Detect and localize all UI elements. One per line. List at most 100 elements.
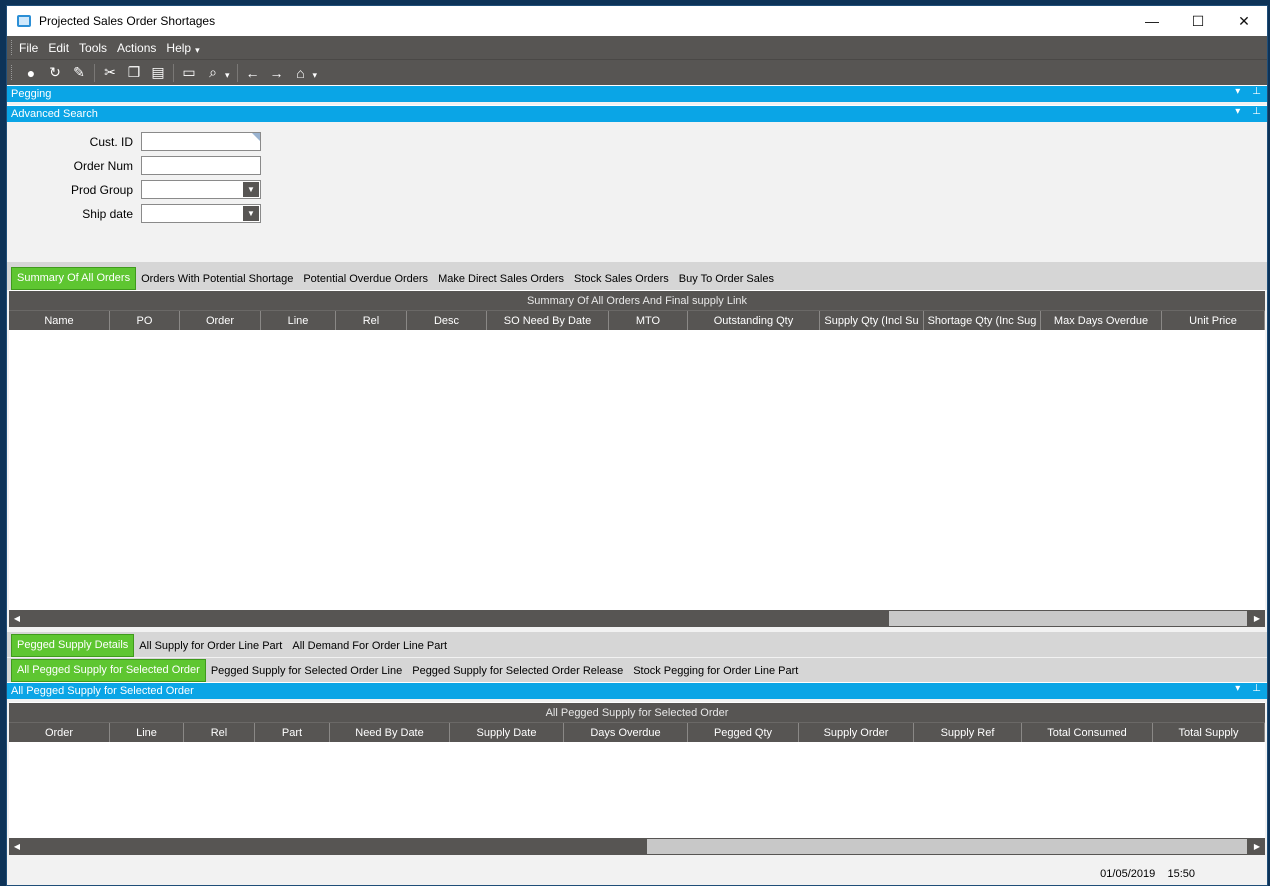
tab-summary-of-all-orders[interactable]: Summary Of All Orders (11, 267, 137, 290)
column-header[interactable]: Max Days Overdue (1041, 311, 1162, 330)
chevron-down-icon[interactable]: ▾ (225, 70, 230, 81)
tab-buy-to-order-sales[interactable]: Buy To Order Sales (674, 273, 779, 290)
status-datetime: 01/05/2019 15:50 (1100, 868, 1195, 880)
column-header[interactable]: Rel (184, 723, 255, 742)
toolbar-separator (173, 63, 174, 82)
menu-bar: File Edit Tools Actions Help ▾ (7, 36, 1267, 59)
column-header[interactable]: Part (255, 723, 330, 742)
forward-arrow-icon[interactable]: → (265, 62, 289, 84)
scroll-thumb[interactable] (647, 839, 1247, 854)
bottom-grid-body[interactable] (9, 742, 1265, 838)
column-header[interactable]: Name (9, 311, 110, 330)
close-button[interactable]: ✕ (1221, 6, 1267, 36)
tab-stock-sales-orders[interactable]: Stock Sales Orders (569, 273, 674, 290)
advanced-search-panel-header[interactable]: Advanced Search ▾ ⊥ (7, 105, 1267, 122)
tab-stock-pegging-for-order-line-part[interactable]: Stock Pegging for Order Line Part (628, 665, 803, 682)
ship-date-label: Ship date (82, 206, 133, 221)
top-tabs: Summary Of All Orders Orders With Potent… (7, 262, 1267, 290)
paste-icon[interactable]: ▤ (146, 62, 170, 84)
column-header[interactable]: Line (261, 311, 336, 330)
prod-group-select[interactable]: ▼ (141, 180, 261, 199)
top-grid-body[interactable] (9, 330, 1265, 610)
tab-pegged-supply-for-selected-order-release[interactable]: Pegged Supply for Selected Order Release (407, 665, 628, 682)
menu-actions[interactable]: Actions (117, 41, 156, 55)
refresh-icon[interactable]: ↻ (43, 62, 67, 84)
column-header[interactable]: Supply Ref (914, 723, 1022, 742)
clear-broom-icon[interactable]: ✎ (67, 62, 91, 84)
order-num-field[interactable] (141, 156, 261, 175)
column-header[interactable]: Supply Qty (Incl Su (820, 311, 924, 330)
column-header[interactable]: Desc (407, 311, 487, 330)
tab-make-direct-sales-orders[interactable]: Make Direct Sales Orders (433, 273, 569, 290)
tab-pegged-supply-for-selected-order-line[interactable]: Pegged Supply for Selected Order Line (206, 665, 407, 682)
column-header[interactable]: Order (180, 311, 261, 330)
chevron-down-icon[interactable]: ▾ (195, 45, 200, 56)
column-header[interactable]: Total Consumed (1022, 723, 1153, 742)
back-arrow-icon[interactable]: ← (241, 62, 265, 84)
order-num-label: Order Num (73, 158, 133, 173)
chevron-down-icon[interactable]: ▾ (1235, 683, 1240, 694)
tab-potential-overdue-orders[interactable]: Potential Overdue Orders (298, 273, 433, 290)
toolbar: ● ↻ ✎ ✂ ❐ ▤ ▭ ⌕ ▾ ← → ⌂ ▾ (7, 59, 1267, 85)
chat-bubble-icon[interactable]: ● (19, 62, 43, 84)
prod-group-label: Prod Group (70, 182, 133, 197)
pin-icon[interactable]: ⊥ (1252, 86, 1261, 97)
column-header[interactable]: Need By Date (330, 723, 450, 742)
minimize-button[interactable]: — (1129, 6, 1175, 36)
app-icon (17, 15, 31, 27)
ship-date-picker[interactable]: ▼ (141, 204, 261, 223)
pegging-panel-header[interactable]: Pegging ▾ ⊥ (7, 85, 1267, 102)
pin-icon[interactable]: ⊥ (1252, 106, 1261, 117)
print-preview-icon[interactable]: ⌕ (201, 62, 225, 84)
column-header[interactable]: Total Supply (1153, 723, 1265, 742)
column-header[interactable]: SO Need By Date (487, 311, 609, 330)
top-grid-scrollbar[interactable]: ◀ ▶ (9, 610, 1265, 627)
column-header[interactable]: Days Overdue (564, 723, 688, 742)
maximize-button[interactable]: ☐ (1175, 6, 1221, 36)
column-header[interactable]: MTO (609, 311, 688, 330)
chevron-down-icon[interactable]: ▼ (243, 206, 259, 221)
cust-id-label: Cust. ID (89, 134, 133, 149)
tab-pegged-supply-details[interactable]: Pegged Supply Details (11, 634, 135, 657)
panel-title: All Pegged Supply for Selected Order (11, 685, 194, 697)
column-header[interactable]: Pegged Qty (688, 723, 799, 742)
scroll-thumb[interactable] (889, 611, 1247, 626)
chevron-down-icon[interactable]: ▾ (1235, 86, 1240, 97)
column-header[interactable]: Order (9, 723, 110, 742)
column-header[interactable]: Line (110, 723, 184, 742)
menu-tools[interactable]: Tools (79, 41, 107, 55)
cust-id-field[interactable] (141, 132, 261, 151)
search-hint-corner-icon (252, 133, 260, 141)
column-header[interactable]: Outstanding Qty (688, 311, 820, 330)
column-header[interactable]: Supply Date (450, 723, 564, 742)
bottom-grid-scrollbar[interactable]: ◀ ▶ (9, 838, 1265, 855)
home-icon[interactable]: ⌂ (289, 62, 313, 84)
copy-icon[interactable]: ❐ (122, 62, 146, 84)
scroll-left-icon[interactable]: ◀ (9, 611, 25, 626)
scroll-right-icon[interactable]: ▶ (1249, 611, 1265, 626)
status-bar: 01/05/2019 15:50 (7, 863, 1267, 885)
chevron-down-icon[interactable]: ▾ (1235, 106, 1240, 117)
column-header[interactable]: PO (110, 311, 180, 330)
menubar-grip (11, 40, 13, 55)
column-header[interactable]: Rel (336, 311, 407, 330)
menu-help[interactable]: Help (166, 41, 191, 55)
scroll-right-icon[interactable]: ▶ (1249, 839, 1265, 854)
tab-all-pegged-supply-for-selected-order[interactable]: All Pegged Supply for Selected Order (11, 659, 206, 682)
column-header[interactable]: Supply Order (799, 723, 914, 742)
menu-edit[interactable]: Edit (48, 41, 69, 55)
column-header[interactable]: Unit Price (1162, 311, 1265, 330)
menu-file[interactable]: File (19, 41, 38, 55)
chevron-down-icon[interactable]: ▼ (243, 182, 259, 197)
cut-icon[interactable]: ✂ (98, 62, 122, 84)
chevron-down-icon[interactable]: ▾ (313, 70, 318, 81)
tab-orders-with-potential-shortage[interactable]: Orders With Potential Shortage (136, 273, 298, 290)
print-icon[interactable]: ▭ (177, 62, 201, 84)
pegged-supply-panel-header[interactable]: All Pegged Supply for Selected Order ▾ ⊥ (7, 682, 1267, 699)
scroll-left-icon[interactable]: ◀ (9, 839, 25, 854)
tab-all-supply-for-order-line-part[interactable]: All Supply for Order Line Part (134, 640, 287, 657)
pin-icon[interactable]: ⊥ (1252, 683, 1261, 694)
window-title: Projected Sales Order Shortages (39, 14, 216, 28)
column-header[interactable]: Shortage Qty (Inc Sug (924, 311, 1041, 330)
tab-all-demand-for-order-line-part[interactable]: All Demand For Order Line Part (287, 640, 452, 657)
